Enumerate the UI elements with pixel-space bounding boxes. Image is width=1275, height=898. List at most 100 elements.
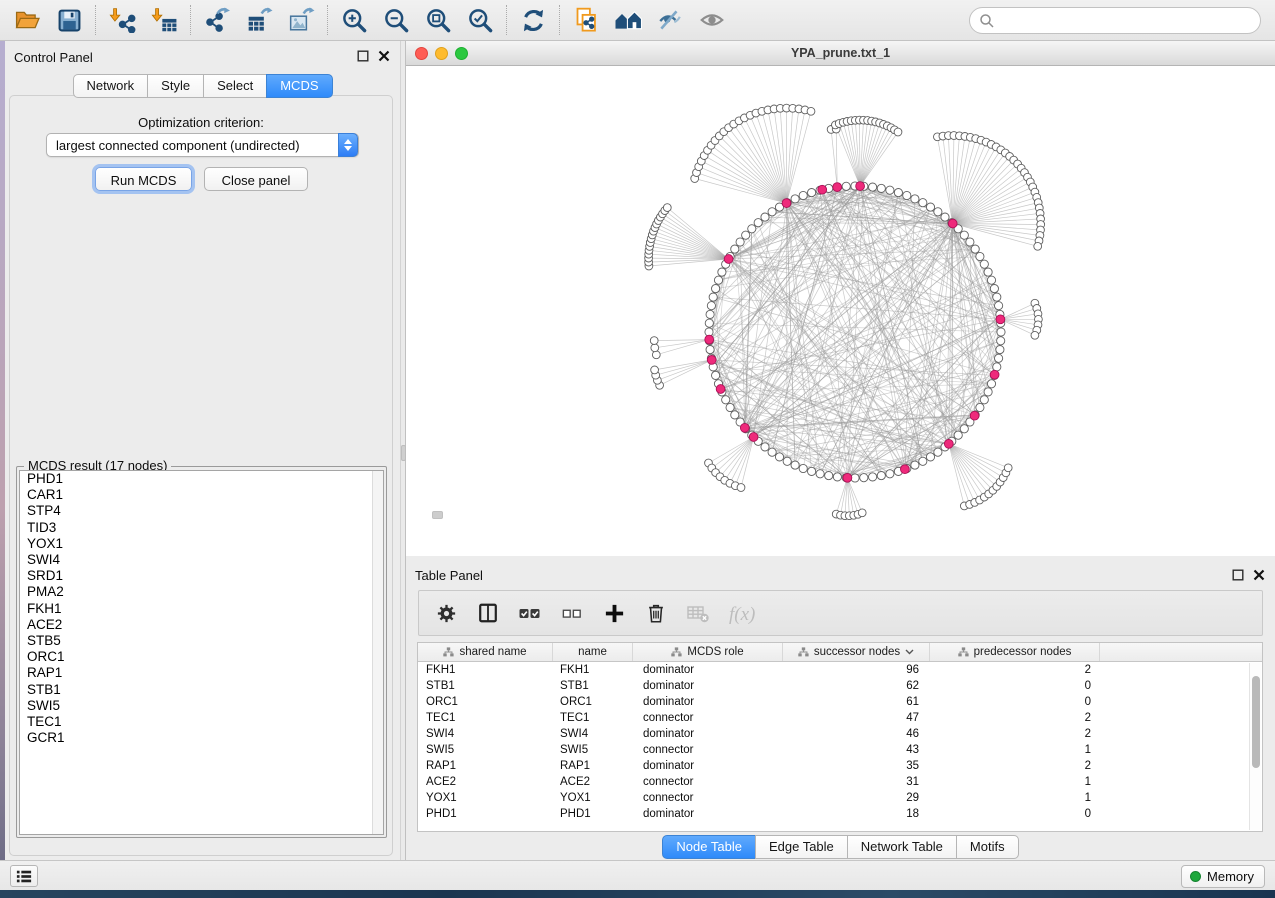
- close-panel-button[interactable]: Close panel: [204, 167, 308, 191]
- graph-mcds-node[interactable]: [782, 199, 791, 208]
- graph-node[interactable]: [926, 453, 934, 461]
- splitter-handle[interactable]: [432, 511, 443, 519]
- table-row-RAP1[interactable]: RAP1RAP1dominator352: [418, 758, 1262, 774]
- graph-node[interactable]: [877, 184, 885, 192]
- table-row-SWI4[interactable]: SWI4SWI4dominator462: [418, 726, 1262, 742]
- graph-mcds-node[interactable]: [724, 255, 733, 264]
- zoom-in-button[interactable]: [333, 2, 375, 38]
- mcds-result-item[interactable]: SWI4: [20, 552, 383, 568]
- graph-node[interactable]: [748, 225, 756, 233]
- mcds-result-item[interactable]: YOX1: [20, 536, 383, 552]
- mcds-result-item[interactable]: STB1: [20, 682, 383, 698]
- float-panel-icon[interactable]: [357, 50, 369, 62]
- mcds-list-scrollbar[interactable]: [372, 471, 383, 834]
- column-header-predecessor-nodes[interactable]: predecessor nodes: [930, 643, 1100, 661]
- graph-node[interactable]: [706, 310, 714, 318]
- memory-button[interactable]: Memory: [1181, 865, 1265, 888]
- search-input[interactable]: [995, 11, 1260, 31]
- tab-mcds[interactable]: MCDS: [266, 74, 332, 98]
- graph-node[interactable]: [736, 238, 744, 246]
- graph-node[interactable]: [1034, 242, 1042, 250]
- mcds-result-item[interactable]: PHD1: [20, 471, 383, 487]
- graph-node[interactable]: [934, 448, 942, 456]
- run-mcds-button[interactable]: Run MCDS: [95, 167, 192, 191]
- mcds-result-item[interactable]: CAR1: [20, 487, 383, 503]
- graph-node[interactable]: [722, 396, 730, 404]
- export-table-button[interactable]: [238, 2, 280, 38]
- column-header-shared-name[interactable]: shared name: [418, 643, 553, 661]
- add-column-icon[interactable]: [601, 600, 627, 626]
- graph-node[interactable]: [791, 195, 799, 203]
- mcds-result-list[interactable]: PHD1CAR1STP4TID3YOX1SWI4SRD1PMA2FKH1ACE2…: [19, 470, 384, 835]
- graph-node[interactable]: [705, 319, 713, 327]
- graph-node[interactable]: [1031, 331, 1039, 339]
- graph-node[interactable]: [993, 293, 1001, 301]
- graph-node[interactable]: [877, 472, 885, 480]
- graph-node[interactable]: [869, 473, 877, 481]
- mcds-result-item[interactable]: TEC1: [20, 714, 383, 730]
- tab-network-table[interactable]: Network Table: [847, 835, 957, 859]
- optimization-criterion-select[interactable]: largest connected component (undirected): [46, 133, 359, 157]
- graph-mcds-node[interactable]: [990, 370, 999, 379]
- table-row-ACE2[interactable]: ACE2ACE2connector311: [418, 774, 1262, 790]
- column-header-name[interactable]: name: [553, 643, 633, 661]
- save-session-button[interactable]: [48, 2, 90, 38]
- table-row-SWI5[interactable]: SWI5SWI5connector431: [418, 742, 1262, 758]
- graph-node[interactable]: [768, 208, 776, 216]
- graph-mcds-node[interactable]: [818, 185, 827, 194]
- graph-node[interactable]: [966, 238, 974, 246]
- graph-node[interactable]: [997, 337, 1005, 345]
- close-panel-icon[interactable]: [1253, 569, 1265, 581]
- graph-node[interactable]: [761, 443, 769, 451]
- graph-node[interactable]: [954, 431, 962, 439]
- column-header-successor-nodes[interactable]: successor nodes: [783, 643, 930, 661]
- graph-node[interactable]: [737, 484, 745, 492]
- table-row-TEC1[interactable]: TEC1TEC1connector472: [418, 710, 1262, 726]
- export-image-button[interactable]: [280, 2, 322, 38]
- graph-node[interactable]: [993, 363, 1001, 371]
- graph-node[interactable]: [714, 276, 722, 284]
- graph-node[interactable]: [941, 213, 949, 221]
- zoom-out-button[interactable]: [375, 2, 417, 38]
- table-row-FKH1[interactable]: FKH1FKH1dominator962: [418, 662, 1262, 678]
- graph-node[interactable]: [833, 473, 841, 481]
- mcds-result-item[interactable]: STB5: [20, 633, 383, 649]
- mcds-result-item[interactable]: TID3: [20, 520, 383, 536]
- graph-mcds-node[interactable]: [996, 315, 1005, 324]
- mcds-result-item[interactable]: RAP1: [20, 665, 383, 681]
- graph-node[interactable]: [706, 346, 714, 354]
- graph-node[interactable]: [709, 293, 717, 301]
- graph-node[interactable]: [987, 380, 995, 388]
- graph-node[interactable]: [960, 231, 968, 239]
- graph-node[interactable]: [919, 457, 927, 465]
- graph-node[interactable]: [712, 371, 720, 379]
- mcds-result-item[interactable]: ACE2: [20, 617, 383, 633]
- graph-node[interactable]: [754, 219, 762, 227]
- graph-node[interactable]: [995, 302, 1003, 310]
- graph-node[interactable]: [984, 268, 992, 276]
- graph-node[interactable]: [768, 448, 776, 456]
- graph-node[interactable]: [980, 396, 988, 404]
- hide-graphics-details-button[interactable]: [649, 2, 691, 38]
- graph-node[interactable]: [712, 285, 720, 293]
- graph-node[interactable]: [842, 182, 850, 190]
- mcds-result-item[interactable]: PMA2: [20, 584, 383, 600]
- mcds-result-item[interactable]: SWI5: [20, 698, 383, 714]
- graph-node[interactable]: [860, 474, 868, 482]
- gear-icon[interactable]: [433, 600, 459, 626]
- table-row-STB1[interactable]: STB1STB1dominator620: [418, 678, 1262, 694]
- graph-node[interactable]: [651, 344, 659, 352]
- graph-node[interactable]: [731, 411, 739, 419]
- graph-node[interactable]: [997, 328, 1005, 336]
- graph-node[interactable]: [761, 213, 769, 221]
- graph-node[interactable]: [742, 231, 750, 239]
- graph-node[interactable]: [919, 199, 927, 207]
- graph-node[interactable]: [894, 128, 902, 136]
- graph-node[interactable]: [976, 252, 984, 260]
- table-row-YOX1[interactable]: YOX1YOX1connector291: [418, 790, 1262, 806]
- graph-mcds-node[interactable]: [843, 473, 852, 482]
- graph-node[interactable]: [990, 285, 998, 293]
- graph-node[interactable]: [791, 461, 799, 469]
- graph-node[interactable]: [971, 245, 979, 253]
- graph-node[interactable]: [886, 470, 894, 478]
